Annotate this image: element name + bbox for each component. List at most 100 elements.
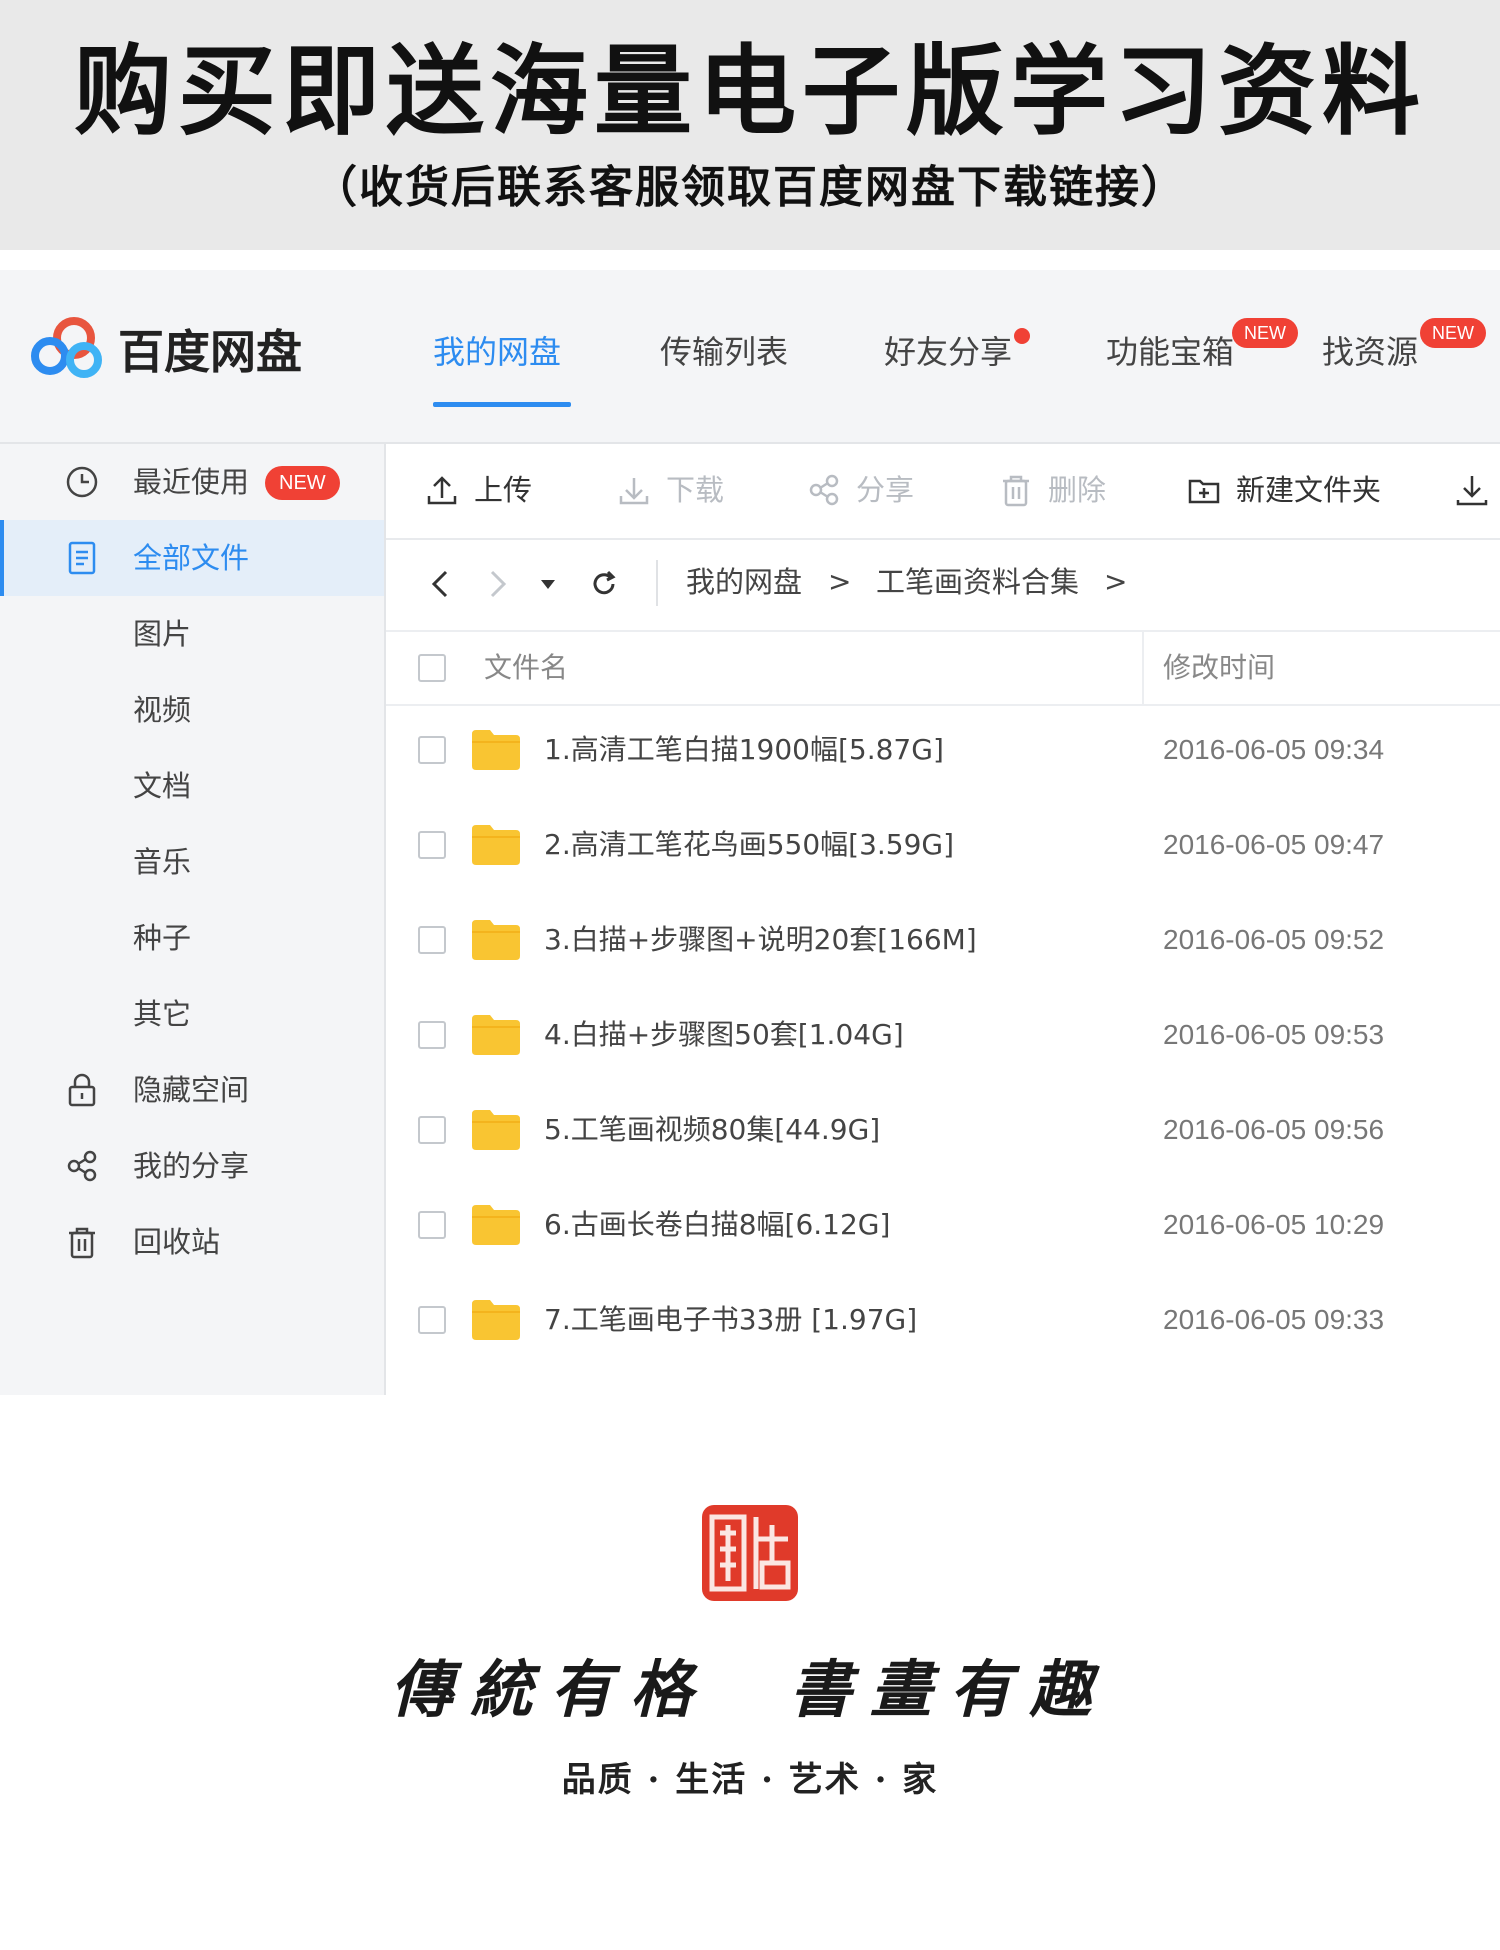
promo-title: 购买即送海量电子版学习资料 (73, 35, 1426, 149)
upload-button[interactable]: 上传 (424, 468, 534, 512)
upload-label: 上传 (474, 473, 533, 507)
row-checkbox[interactable] (418, 1306, 446, 1334)
row-checkbox[interactable] (418, 1211, 446, 1239)
trash-icon (1003, 475, 1029, 507)
cloud-logo-icon (31, 317, 102, 378)
file-name[interactable]: 2.高清工笔花鸟画550幅[3.59G] (544, 823, 954, 867)
table-row[interactable]: 4.白描+步骤图50套[1.04G] 2016-06-05 09:53 (386, 989, 1500, 1084)
row-checkbox[interactable] (418, 926, 446, 954)
sidebar-item-hidden-space[interactable]: 隐藏空间 (0, 1052, 384, 1128)
share-icon (67, 1150, 97, 1182)
row-checkbox[interactable] (418, 1021, 446, 1049)
file-toolbar: 上传 下载 分享 删除 新建文件夹 (386, 444, 1500, 540)
document-icon (68, 541, 96, 575)
file-modified-time: 2016-06-05 09:52 (1163, 924, 1385, 955)
forward-icon[interactable] (480, 564, 516, 604)
sidebar-item-label: 最近使用 (133, 465, 250, 499)
breadcrumb-separator: > (828, 565, 852, 598)
file-modified-time: 2016-06-05 09:33 (1163, 1304, 1385, 1335)
file-list-header: 文件名 修改时间 (386, 632, 1500, 706)
new-folder-button[interactable]: 新建文件夹 (1186, 468, 1386, 512)
baidu-netdisk-window: 百度网盘 我的网盘 传输列表 好友分享 功能宝箱 NEW 找资源 NEW 最近使… (0, 270, 1500, 1395)
upload-icon (427, 476, 457, 505)
tab-friend-share[interactable]: 好友分享 (884, 330, 1012, 374)
column-divider (1142, 632, 1144, 704)
table-row[interactable]: 6.古画长卷白描8幅[6.12G] 2016-06-05 10:29 (386, 1179, 1500, 1274)
table-row[interactable]: 3.白描+步骤图+说明20套[166M] 2016-06-05 09:52 (386, 894, 1500, 989)
row-checkbox[interactable] (418, 1116, 446, 1144)
download-icon (619, 478, 649, 505)
column-header-name[interactable]: 文件名 (484, 646, 568, 690)
delete-label: 删除 (1048, 473, 1107, 507)
sidebar-item-documents[interactable]: 文档 (0, 748, 384, 824)
folder-icon (472, 1110, 520, 1150)
sidebar-item-my-shares[interactable]: 我的分享 (0, 1128, 384, 1204)
row-checkbox[interactable] (418, 736, 446, 764)
share-icon (809, 474, 839, 506)
trash-icon (69, 1227, 95, 1259)
sidebar-item-label: 全部文件 (133, 541, 250, 575)
top-bar: 百度网盘 我的网盘 传输列表 好友分享 功能宝箱 NEW 找资源 NEW (0, 270, 1500, 444)
sidebar-item-recycle-bin[interactable]: 回收站 (0, 1204, 384, 1280)
sidebar-item-videos[interactable]: 视频 (0, 672, 384, 748)
brand-tagline: 品质 · 生活 · 艺术 · 家 (561, 1760, 939, 1800)
table-row[interactable]: 1.高清工笔白描1900幅[5.87G] 2016-06-05 09:34 (386, 704, 1500, 799)
file-name[interactable]: 6.古画长卷白描8幅[6.12G] (544, 1203, 890, 1247)
download-icon (1456, 476, 1488, 506)
refresh-icon[interactable] (586, 564, 622, 604)
new-badge: NEW (265, 466, 340, 500)
tab-find-resources[interactable]: 找资源 (1322, 330, 1418, 374)
sidebar-item-label: 回收站 (133, 1225, 221, 1259)
sidebar-item-other[interactable]: 其它 (0, 976, 384, 1052)
file-name[interactable]: 3.白描+步骤图+说明20套[166M] (544, 918, 977, 962)
sidebar-item-label: 文档 (133, 769, 192, 803)
breadcrumb-current[interactable]: 工笔画资料合集 (876, 560, 1079, 604)
file-name[interactable]: 7.工笔画电子书33册 [1.97G] (544, 1298, 917, 1342)
sidebar-item-all-files[interactable]: 全部文件 (0, 520, 384, 596)
folder-icon (472, 730, 520, 770)
folder-icon (472, 1015, 520, 1055)
download-button[interactable]: 下载 (616, 468, 726, 512)
new-badge: NEW (1420, 318, 1486, 348)
file-modified-time: 2016-06-05 09:53 (1163, 1019, 1385, 1050)
sidebar-item-label: 视频 (133, 693, 192, 727)
sidebar: 最近使用 NEW 全部文件 图片 视频 文档 音乐 种子 其它 隐藏空间 我的分… (0, 444, 386, 1395)
sidebar-item-torrents[interactable]: 种子 (0, 900, 384, 976)
promo-banner: 购买即送海量电子版学习资料 （收货后联系客服领取百度网盘下载链接） (0, 0, 1500, 250)
table-row[interactable]: 5.工笔画视频80集[44.9G] 2016-06-05 09:56 (386, 1084, 1500, 1179)
sidebar-item-label: 音乐 (133, 845, 192, 879)
share-button[interactable]: 分享 (806, 468, 916, 512)
offline-download-button[interactable] (1454, 468, 1494, 512)
file-name[interactable]: 1.高清工笔白描1900幅[5.87G] (544, 728, 944, 772)
row-checkbox[interactable] (418, 831, 446, 859)
table-row[interactable]: 7.工笔画电子书33册 [1.97G] 2016-06-05 09:33 (386, 1274, 1500, 1369)
sidebar-item-recent[interactable]: 最近使用 NEW (0, 444, 384, 520)
folder-icon (472, 1205, 520, 1245)
tab-toolbox[interactable]: 功能宝箱 (1106, 330, 1234, 374)
sidebar-item-label: 我的分享 (133, 1149, 250, 1183)
tab-transfer-list[interactable]: 传输列表 (660, 330, 788, 374)
folder-icon (472, 920, 520, 960)
sidebar-item-images[interactable]: 图片 (0, 596, 384, 672)
share-label: 分享 (856, 473, 915, 507)
sidebar-item-music[interactable]: 音乐 (0, 824, 384, 900)
back-icon[interactable] (422, 564, 458, 604)
folder-icon (472, 1300, 520, 1340)
file-name[interactable]: 4.白描+步骤图50套[1.04G] (544, 1013, 904, 1057)
column-header-modified[interactable]: 修改时间 (1163, 646, 1275, 690)
file-name[interactable]: 5.工笔画视频80集[44.9G] (544, 1108, 880, 1152)
red-seal-stamp (702, 1505, 798, 1601)
active-tab-underline (433, 402, 571, 407)
select-all-checkbox[interactable] (418, 654, 446, 682)
sidebar-item-label: 种子 (133, 921, 192, 955)
file-modified-time: 2016-06-05 09:56 (1163, 1114, 1385, 1145)
sidebar-item-label: 隐藏空间 (133, 1073, 250, 1107)
table-row[interactable]: 2.高清工笔花鸟画550幅[3.59G] 2016-06-05 09:47 (386, 799, 1500, 894)
delete-button[interactable]: 删除 (998, 468, 1108, 512)
notification-dot (1014, 328, 1030, 344)
tab-my-disk[interactable]: 我的网盘 (433, 330, 561, 374)
history-dropdown-icon[interactable] (536, 564, 560, 604)
path-divider (656, 560, 658, 606)
file-modified-time: 2016-06-05 09:34 (1163, 734, 1385, 765)
breadcrumb-root[interactable]: 我的网盘 (686, 560, 802, 604)
